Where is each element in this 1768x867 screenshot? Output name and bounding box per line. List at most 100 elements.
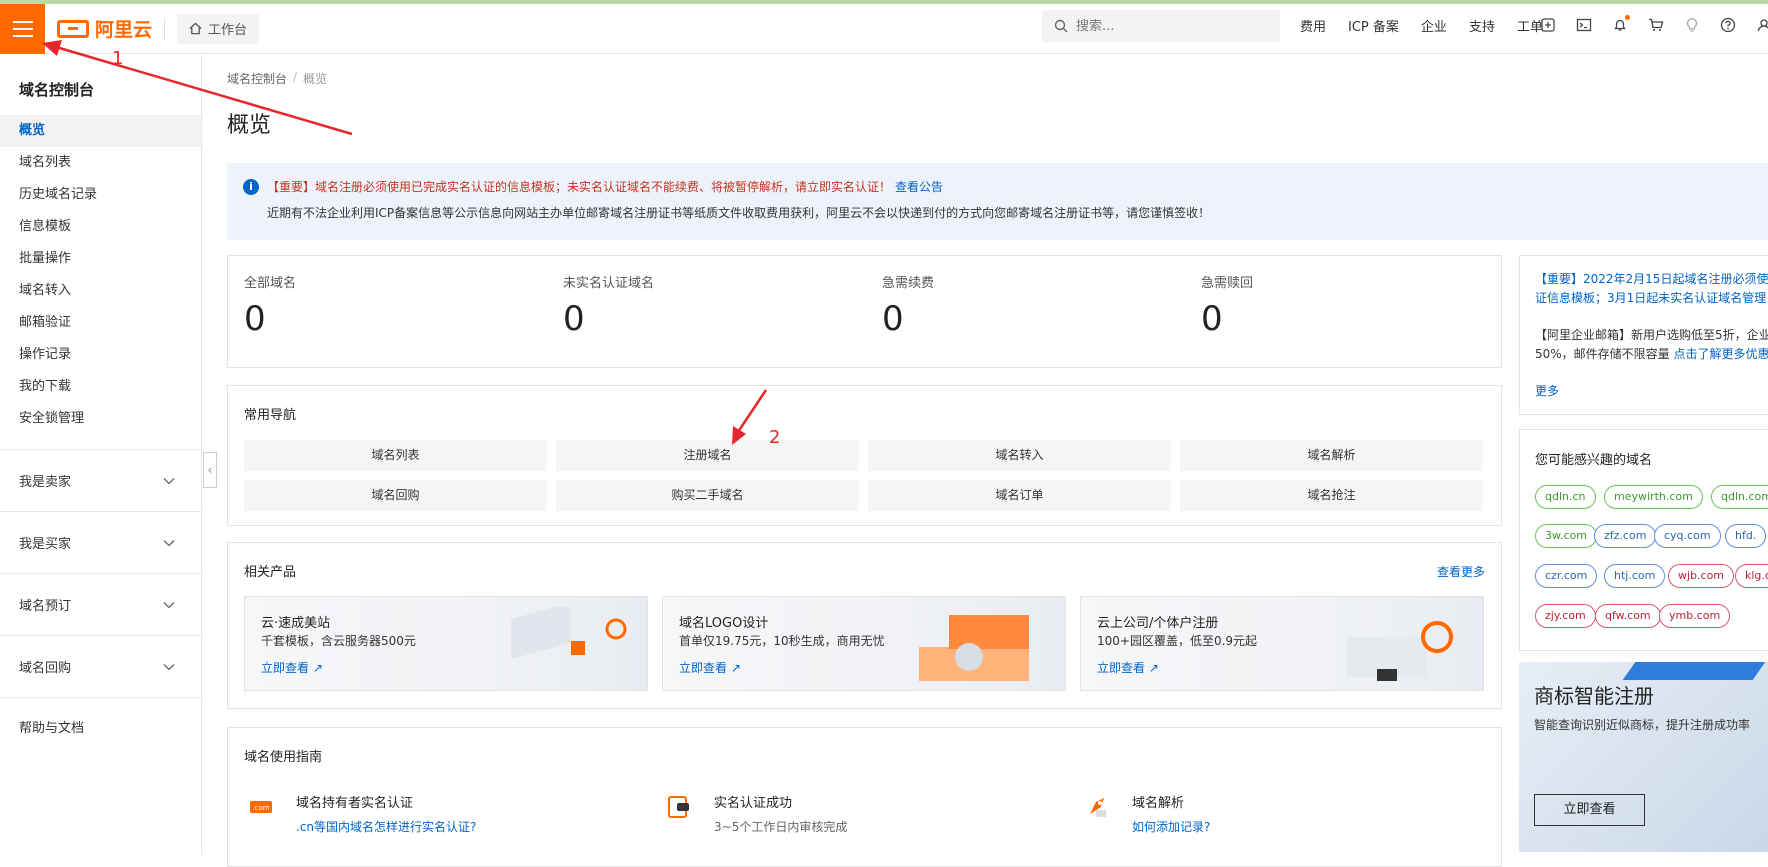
guide-link[interactable]: 如何添加记录? bbox=[1132, 818, 1210, 835]
view-announcement-link[interactable]: 查看公告 bbox=[895, 180, 943, 194]
top-link-support[interactable]: 支持 bbox=[1469, 16, 1495, 35]
stat-unverified[interactable]: 未实名认证域名0 bbox=[563, 272, 654, 339]
product-card-website[interactable]: 云·速成美站 千套模板，含云服务器500元 立即查看 ↗ bbox=[244, 596, 648, 691]
domain-tag[interactable]: htj.com bbox=[1604, 564, 1665, 588]
product-view-link[interactable]: 立即查看 ↗ bbox=[261, 659, 323, 676]
guide-subtitle: 3~5个工作日内审核完成 bbox=[714, 818, 847, 835]
avatar-icon[interactable] bbox=[1756, 17, 1768, 33]
sidebar-help-link[interactable]: 帮助与文档 bbox=[0, 697, 201, 759]
stat-redeem-urgent[interactable]: 急需赎回0 bbox=[1201, 272, 1253, 339]
product-card-logo-design[interactable]: 域名LOGO设计 首单仅19.75元，10秒生成，商用无忧 立即查看 ↗ bbox=[662, 596, 1066, 691]
domain-tag[interactable]: wjb.com bbox=[1668, 564, 1734, 588]
divider bbox=[164, 19, 165, 39]
stat-label: 急需赎回 bbox=[1201, 272, 1253, 291]
top-link-enterprise[interactable]: 企业 bbox=[1421, 16, 1447, 35]
lightbulb-icon[interactable] bbox=[1684, 17, 1700, 33]
banner-title: 商标智能注册 bbox=[1534, 680, 1654, 709]
sidebar-item-history[interactable]: 历史域名记录 bbox=[0, 179, 201, 211]
search-input[interactable] bbox=[1076, 19, 1256, 34]
email-offer-link[interactable]: 点击了解更多优惠 bbox=[1674, 347, 1768, 361]
cart-icon[interactable] bbox=[1648, 17, 1664, 33]
app-switch-icon[interactable] bbox=[1540, 17, 1556, 33]
nav-orders-button[interactable]: 域名订单 bbox=[868, 480, 1171, 511]
banner-view-button[interactable]: 立即查看 bbox=[1534, 794, 1645, 826]
product-view-link[interactable]: 立即查看 ↗ bbox=[1097, 659, 1159, 676]
notice-line-1: 【重要】域名注册必须使用已完成实名认证的信息模板；未实名认证域名不能续费、将被暂… bbox=[267, 178, 943, 195]
domain-tag[interactable]: zfz.com bbox=[1594, 524, 1656, 548]
stat-label: 未实名认证域名 bbox=[563, 272, 654, 291]
sidebar-item-transfer-in[interactable]: 域名转入 bbox=[0, 275, 201, 307]
sidebar-item-security-lock[interactable]: 安全锁管理 bbox=[0, 403, 201, 435]
sidebar: 域名控制台 概览 域名列表 历史域名记录 信息模板 批量操作 域名转入 邮箱验证… bbox=[0, 55, 202, 855]
aliyun-logo[interactable]: 阿里云 bbox=[57, 15, 152, 42]
domain-tag[interactable]: ymb.com bbox=[1659, 604, 1730, 628]
top-link-billing[interactable]: 费用 bbox=[1300, 16, 1326, 35]
interested-domains-card: 您可能感兴趣的域名 qdln.cn meywirth.com qdln.com.… bbox=[1519, 429, 1768, 651]
nav-snapup-button[interactable]: 域名抢注 bbox=[1180, 480, 1483, 511]
workbench-button[interactable]: 工作台 bbox=[177, 14, 259, 44]
notice-text: 【阿里企业邮箱】新用户选购低至5折，企业 bbox=[1535, 326, 1768, 345]
sidebar-item-operation-log[interactable]: 操作记录 bbox=[0, 339, 201, 371]
nav-register-domain-button[interactable]: 注册域名 bbox=[556, 440, 859, 471]
external-link-icon: ↗ bbox=[313, 661, 323, 675]
domain-tag[interactable]: cyq.com bbox=[1654, 524, 1721, 548]
help-icon[interactable] bbox=[1720, 17, 1736, 33]
hamburger-menu-icon[interactable] bbox=[0, 4, 45, 54]
sidebar-item-overview[interactable]: 概览 bbox=[0, 115, 201, 147]
domain-tag[interactable]: zjy.com bbox=[1535, 604, 1596, 628]
stat-all-domains[interactable]: 全部域名0 bbox=[244, 272, 296, 339]
sidebar-group-buyer[interactable]: 我是买家 bbox=[0, 511, 201, 573]
search-icon bbox=[1054, 19, 1068, 33]
guide-title: 域名持有者实名认证 bbox=[296, 792, 413, 811]
sidebar-group-reservation[interactable]: 域名预订 bbox=[0, 573, 201, 635]
see-more-link[interactable]: 查看更多 bbox=[1437, 563, 1485, 580]
sidebar-item-domain-list[interactable]: 域名列表 bbox=[0, 147, 201, 179]
guide-link[interactable]: .cn等国内域名怎样进行实名认证? bbox=[296, 818, 476, 835]
sidebar-collapse-button[interactable]: ‹ bbox=[203, 452, 217, 488]
nav-dns-button[interactable]: 域名解析 bbox=[1180, 440, 1483, 471]
top-link-icp[interactable]: ICP 备案 bbox=[1348, 16, 1399, 35]
domain-tag[interactable]: hfd. bbox=[1725, 524, 1766, 548]
domain-tag[interactable]: qfw.com bbox=[1595, 604, 1661, 628]
stats-card: 全部域名0 未实名认证域名0 急需续费0 急需赎回0 bbox=[227, 255, 1502, 368]
nav-secondhand-button[interactable]: 购买二手域名 bbox=[556, 480, 859, 511]
notice-banner: i 【重要】域名注册必须使用已完成实名认证的信息模板；未实名认证域名不能续费、将… bbox=[227, 163, 1768, 240]
notice-text-important: 【重要】域名注册必须使用已完成实名认证的信息模板；未实名认证域名不能续费、将被暂… bbox=[267, 180, 891, 194]
sidebar-group-label: 我是买家 bbox=[19, 533, 71, 552]
product-view-link[interactable]: 立即查看 ↗ bbox=[679, 659, 741, 676]
domain-tag[interactable]: meywirth.com bbox=[1604, 485, 1703, 509]
external-link-icon: ↗ bbox=[731, 661, 741, 675]
stat-value: 0 bbox=[882, 299, 934, 339]
domain-tag[interactable]: 3w.com bbox=[1535, 524, 1597, 548]
bell-icon[interactable] bbox=[1612, 17, 1628, 33]
stat-renew-urgent[interactable]: 急需续费0 bbox=[882, 272, 934, 339]
domain-tag[interactable]: klg.c bbox=[1735, 564, 1768, 588]
sidebar-item-templates[interactable]: 信息模板 bbox=[0, 211, 201, 243]
product-illustration bbox=[481, 607, 631, 687]
breadcrumb-root[interactable]: 域名控制台 bbox=[227, 70, 287, 87]
sidebar-group-seller[interactable]: 我是卖家 bbox=[0, 449, 201, 511]
nav-domain-list-button[interactable]: 域名列表 bbox=[244, 440, 547, 471]
product-title: 云上公司/个体户注册 bbox=[1097, 612, 1218, 631]
info-icon: i bbox=[243, 179, 259, 195]
banner-decoration bbox=[1623, 662, 1766, 680]
nav-buyback-button[interactable]: 域名回购 bbox=[244, 480, 547, 511]
sidebar-item-email-verify[interactable]: 邮箱验证 bbox=[0, 307, 201, 339]
terminal-icon[interactable] bbox=[1576, 17, 1592, 33]
product-subtitle: 100+园区覆盖，低至0.9元起 bbox=[1097, 632, 1257, 649]
product-card-company-registration[interactable]: 云上公司/个体户注册 100+园区覆盖，低至0.9元起 立即查看 ↗ bbox=[1080, 596, 1484, 691]
domain-tag[interactable]: czr.com bbox=[1535, 564, 1597, 588]
sidebar-item-downloads[interactable]: 我的下载 bbox=[0, 371, 201, 403]
nav-transfer-in-button[interactable]: 域名转入 bbox=[868, 440, 1171, 471]
notice-text: 【重要】2022年2月15日起域名注册必须使用 bbox=[1535, 270, 1768, 289]
chevron-down-icon bbox=[163, 539, 175, 547]
domain-tag[interactable]: qdln.cn bbox=[1535, 485, 1596, 509]
search-box[interactable] bbox=[1042, 10, 1280, 42]
sidebar-item-batch[interactable]: 批量操作 bbox=[0, 243, 201, 275]
sidebar-group-buyback[interactable]: 域名回购 bbox=[0, 635, 201, 697]
more-link[interactable]: 更多 bbox=[1535, 382, 1768, 399]
breadcrumb-separator: / bbox=[293, 70, 297, 87]
domain-tag[interactable]: qdln.com.cn bbox=[1711, 485, 1768, 509]
home-icon bbox=[189, 22, 202, 35]
right-notice-important[interactable]: 【重要】2022年2月15日起域名注册必须使用证信息模板；3月1日起未实名认证域… bbox=[1535, 270, 1768, 308]
